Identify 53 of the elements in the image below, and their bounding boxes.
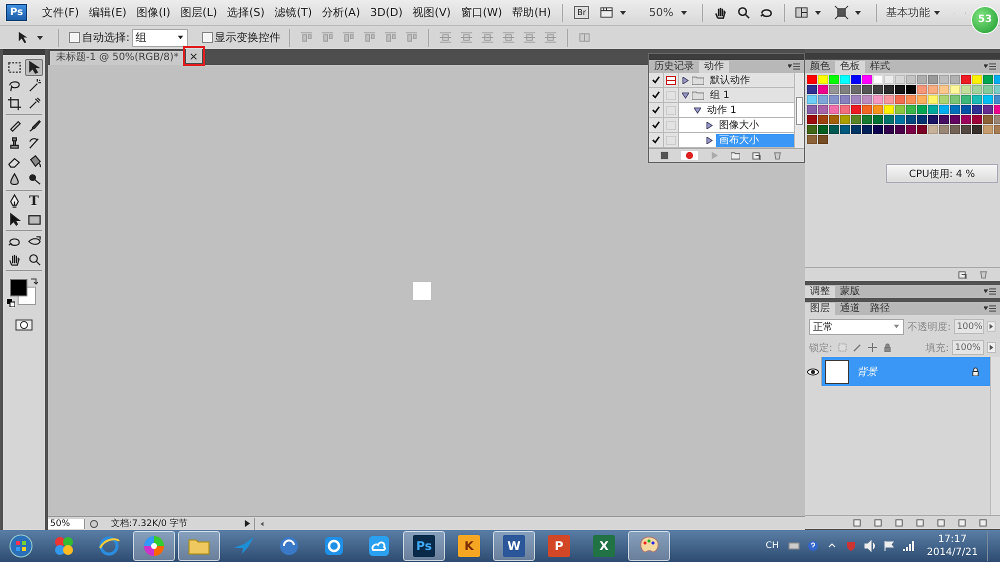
panel-tab[interactable]: 色板 (835, 61, 865, 73)
bridge-button[interactable]: Br (574, 6, 589, 19)
menu-item[interactable]: 文件(F) (37, 5, 84, 20)
panel-tab[interactable]: 样式 (865, 61, 895, 73)
fill-field[interactable]: 100% (952, 340, 984, 355)
zoom-field[interactable]: 50% (48, 518, 85, 528)
menu-item[interactable]: 分析(A) (317, 5, 366, 20)
panel-tab[interactable]: 历史记录 (649, 61, 699, 73)
option-label: 显示变换控件 (214, 30, 281, 45)
menu-item[interactable]: 图层(L) (175, 5, 222, 20)
layer-name: 背景 (857, 366, 879, 378)
tool-button[interactable]: T (25, 193, 43, 210)
panel-tab[interactable]: 动作 (699, 61, 729, 73)
lock-label: 锁定: (809, 342, 832, 354)
panel-tab[interactable]: 图层 (805, 303, 835, 315)
taskbar-button[interactable]: X (583, 531, 625, 561)
panel-tab[interactable]: 蒙版 (835, 286, 865, 298)
menu-item[interactable]: 选择(S) (222, 5, 270, 20)
panel-tab[interactable]: 调整 (805, 286, 835, 298)
option-label: 自动选择: (82, 30, 130, 45)
taskbar-button[interactable]: P (538, 531, 580, 561)
menu-item[interactable]: 编辑(E) (84, 5, 132, 20)
action-item[interactable]: 组 1 (707, 88, 733, 102)
panel-tab[interactable]: 通道 (835, 303, 865, 315)
panel-tab[interactable]: 颜色 (805, 61, 835, 73)
cpu-usage-tooltip: CPU使用: 4 % (886, 164, 998, 183)
action-item[interactable]: 默认动作 (707, 74, 753, 86)
language-indicator[interactable]: CH (766, 541, 779, 551)
app-logo[interactable]: Ps (6, 4, 28, 21)
clock-date[interactable]: 2014/7/21 (926, 546, 978, 559)
taskbar-button[interactable]: W (493, 531, 535, 561)
zoom-dropdown[interactable]: 50% (648, 6, 674, 19)
fill-label: 填充: (926, 342, 949, 354)
menu-item[interactable]: 图像(I) (132, 5, 176, 20)
menu-item[interactable]: 视图(V) (408, 5, 456, 20)
workspace-dropdown[interactable]: 基本功能 (886, 5, 930, 20)
taskbar-button[interactable]: Ps (403, 531, 445, 561)
document-info: 文档:7.32K/0 字节 (110, 518, 189, 530)
panel-tab[interactable]: 路径 (865, 303, 895, 315)
opacity-label: 不透明度: (907, 320, 951, 334)
action-item[interactable]: 图像大小 (716, 118, 762, 132)
blend-mode-dropdown[interactable]: 正常 (809, 318, 904, 334)
menu-item[interactable]: 窗口(W) (456, 5, 508, 20)
menu-item[interactable]: 滤镜(T) (270, 5, 318, 20)
close-button[interactable]: × (186, 49, 202, 63)
menu-item[interactable]: 帮助(H) (507, 5, 556, 20)
taskbar-button[interactable]: K (448, 531, 490, 561)
menu-item[interactable]: 3D(D) (365, 6, 408, 19)
document-tab[interactable]: 未标题-1 @ 50%(RGB/8)* (50, 51, 183, 65)
clock-time[interactable]: 17:17 (938, 533, 967, 546)
action-item[interactable]: 动作 1 (704, 104, 740, 116)
opacity-field[interactable]: 100% (954, 319, 984, 334)
target-dropdown[interactable]: 组 (132, 28, 188, 46)
